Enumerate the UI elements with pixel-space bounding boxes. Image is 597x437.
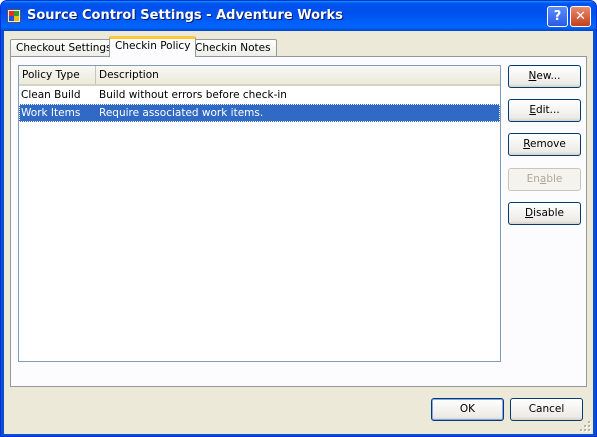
close-icon: ✕ bbox=[575, 9, 586, 24]
policy-description-cell: Require associated work items. bbox=[99, 107, 264, 119]
disable-label-mnemonic: D bbox=[525, 207, 534, 219]
disable-button[interactable]: Disable bbox=[508, 202, 581, 225]
enable-label-pre: En bbox=[526, 173, 540, 185]
app-icon[interactable] bbox=[7, 9, 21, 23]
edit-button[interactable]: Edit... bbox=[508, 99, 581, 122]
tab-checkin-policy[interactable]: Checkin Policy bbox=[109, 36, 197, 57]
policy-type-cell: Clean Build bbox=[21, 89, 81, 101]
ok-button[interactable]: OK bbox=[431, 398, 504, 421]
new-button[interactable]: New... bbox=[508, 65, 581, 88]
checkin-policy-panel: Policy Type Description Clean Build Buil… bbox=[10, 56, 587, 387]
dialog-client-area: Checkout Settings Checkin Policy Checkin… bbox=[4, 31, 593, 434]
edit-label-mnemonic: E bbox=[529, 104, 536, 116]
tab-checkout-settings[interactable]: Checkout Settings bbox=[10, 39, 118, 57]
edit-label-post: dit... bbox=[535, 104, 560, 116]
window-title: Source Control Settings - Adventure Work… bbox=[27, 8, 343, 23]
remove-label-mnemonic: R bbox=[523, 138, 531, 150]
title-bar[interactable]: Source Control Settings - Adventure Work… bbox=[1, 1, 596, 31]
cancel-button[interactable]: Cancel bbox=[510, 398, 583, 421]
policy-type-cell: Work Items bbox=[21, 107, 81, 119]
policy-row-work-items[interactable]: Work Items Require associated work items… bbox=[19, 104, 500, 122]
enable-label-post: ble bbox=[546, 173, 563, 185]
resize-grip-icon[interactable] bbox=[579, 420, 591, 432]
disable-label-post: isable bbox=[533, 207, 564, 219]
policy-description-cell: Build without errors before check-in bbox=[99, 89, 287, 101]
new-label-post: ew... bbox=[536, 70, 561, 82]
help-icon: ? bbox=[553, 9, 562, 24]
tab-checkin-notes[interactable]: Checkin Notes bbox=[189, 39, 277, 57]
remove-label-post: emove bbox=[530, 138, 566, 150]
policy-list[interactable]: Policy Type Description Clean Build Buil… bbox=[18, 65, 501, 362]
enable-button[interactable]: Enable bbox=[508, 168, 581, 191]
policy-row-clean-build[interactable]: Clean Build Build without errors before … bbox=[19, 86, 500, 104]
column-header-policy-type[interactable]: Policy Type bbox=[19, 66, 96, 84]
remove-button[interactable]: Remove bbox=[508, 133, 581, 156]
policy-list-header: Policy Type Description bbox=[19, 66, 500, 86]
column-header-description[interactable]: Description bbox=[96, 66, 500, 84]
close-button[interactable]: ✕ bbox=[570, 6, 591, 27]
help-button[interactable]: ? bbox=[547, 6, 568, 27]
dialog-window: Source Control Settings - Adventure Work… bbox=[0, 0, 597, 437]
